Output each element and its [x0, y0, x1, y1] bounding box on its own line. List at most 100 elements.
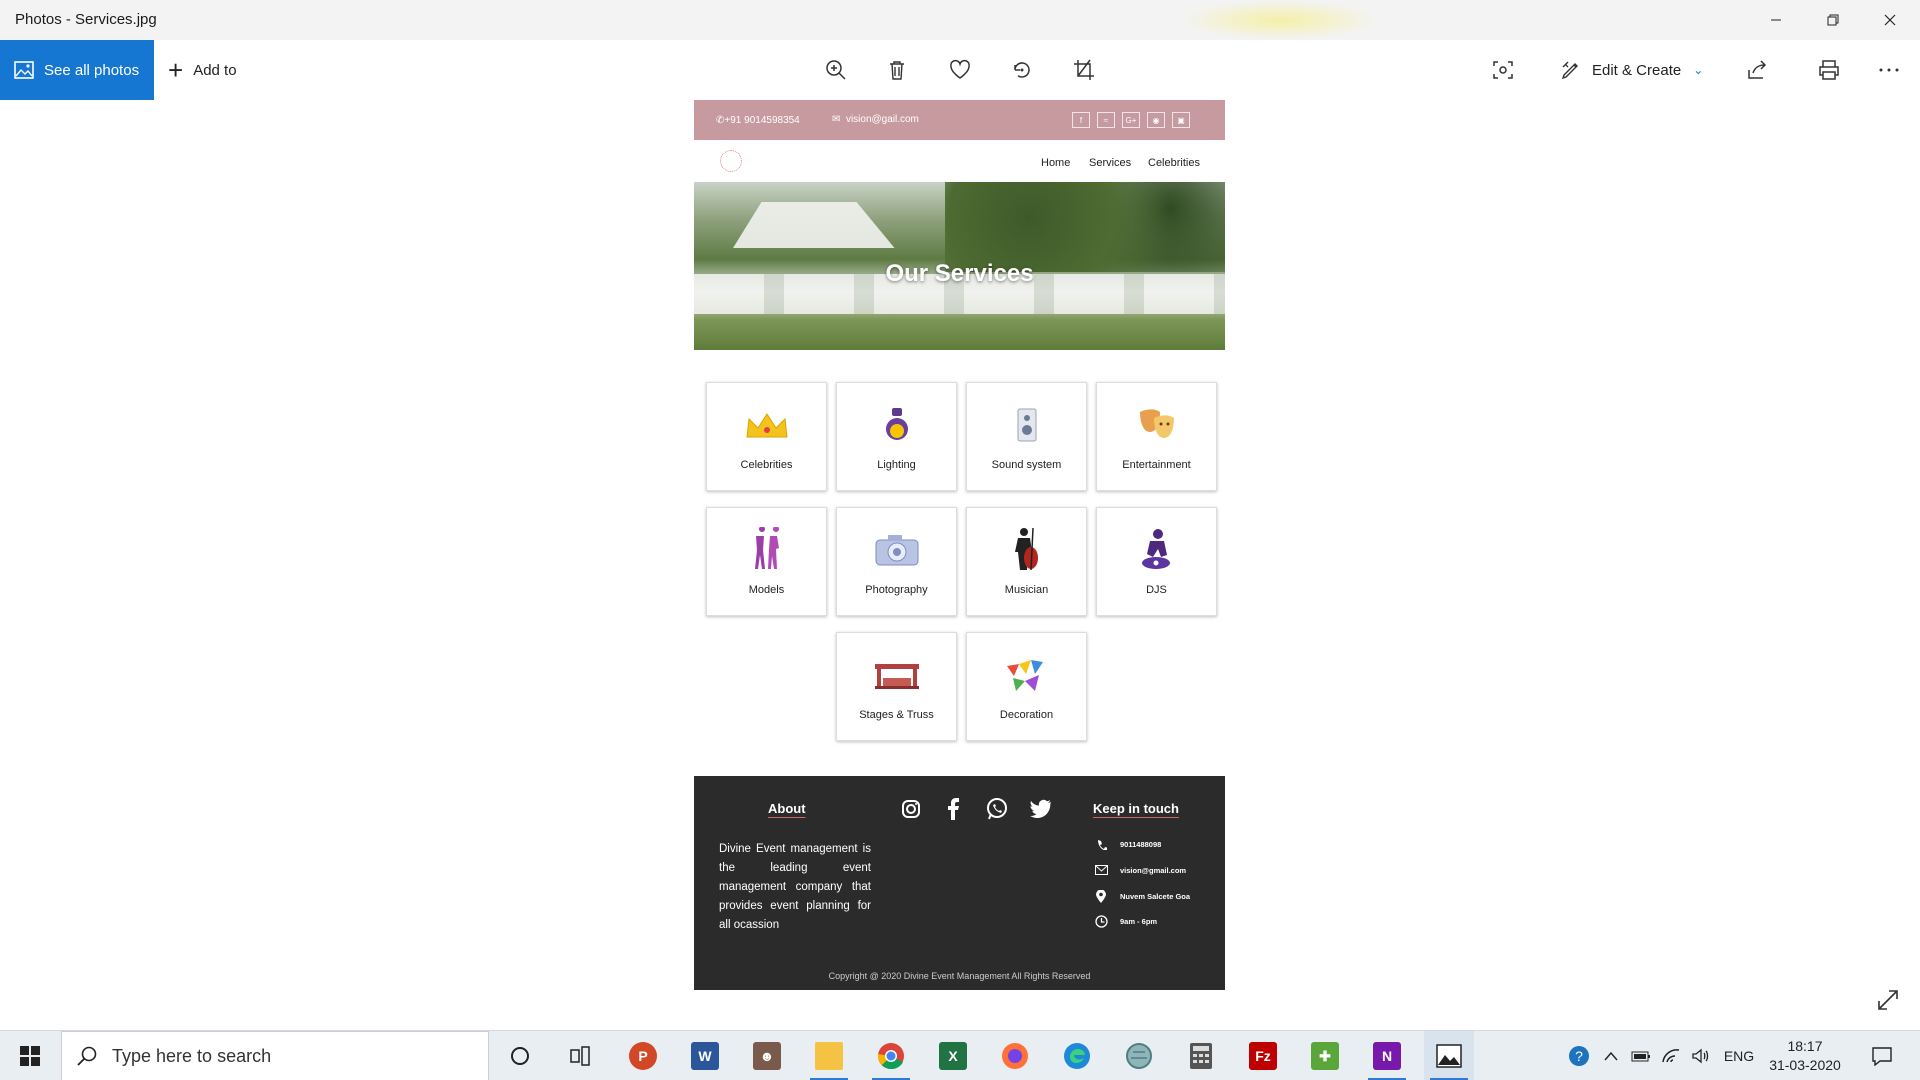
service-card-decoration: Decoration: [966, 632, 1087, 741]
rotate-button[interactable]: [1008, 56, 1036, 84]
service-label: Celebrities: [740, 459, 793, 471]
displayed-image: ✆+91 9014598354 ✉ vision@gail.com f ≈ G+…: [694, 100, 1225, 990]
taskbar-green-app[interactable]: ✚: [1300, 1031, 1350, 1080]
taskbar-photos[interactable]: [1424, 1031, 1474, 1080]
chevron-down-icon: ⌄: [1693, 63, 1704, 77]
lens-icon: [1493, 61, 1513, 79]
taskbar-globe-app[interactable]: [1114, 1031, 1164, 1080]
site-logo: [720, 150, 742, 172]
add-to-button[interactable]: + Add to: [168, 40, 237, 100]
restore-button[interactable]: [1805, 0, 1861, 40]
print-button[interactable]: [1815, 56, 1843, 84]
stage-icon: [874, 664, 919, 689]
system-clock[interactable]: 18:17 31-03-2020: [1762, 1037, 1848, 1075]
site-phone: ✆+91 9014598354: [716, 115, 800, 126]
envelope-icon: [1094, 863, 1108, 877]
whatsapp-icon: [984, 796, 1010, 822]
cortana-button[interactable]: [495, 1031, 545, 1080]
powerpoint-icon: P: [629, 1042, 657, 1070]
phone-icon: [1094, 837, 1108, 851]
globe-icon: [1126, 1043, 1152, 1069]
help-tray-icon[interactable]: ?: [1564, 1031, 1594, 1080]
svg-text:?: ?: [1575, 1048, 1583, 1064]
taskbar-edge[interactable]: [1052, 1031, 1102, 1080]
plus-icon: +: [168, 54, 184, 85]
taskbar-contact-photo[interactable]: ☻: [742, 1031, 792, 1080]
show-hidden-icons-button[interactable]: [1598, 1031, 1624, 1080]
close-button[interactable]: [1862, 0, 1918, 40]
taskbar-onenote[interactable]: N: [1362, 1031, 1412, 1080]
task-view-button[interactable]: [555, 1031, 605, 1080]
delete-button[interactable]: [883, 56, 911, 84]
edit-create-label: Edit & Create: [1592, 61, 1682, 79]
photos-icon: [1436, 1044, 1462, 1068]
location-pin-icon: [1094, 889, 1108, 903]
site-footer: About Divine Event management is the lea…: [694, 776, 1225, 990]
minimize-icon: [1771, 19, 1781, 21]
expand-icon: [1878, 990, 1898, 1010]
taskbar-file-explorer[interactable]: [804, 1031, 854, 1080]
taskbar-filezilla[interactable]: Fz: [1238, 1031, 1288, 1080]
zoom-button[interactable]: [822, 56, 850, 84]
windows-logo-icon: [20, 1046, 40, 1066]
battery-icon[interactable]: [1628, 1031, 1654, 1080]
crop-icon: [1074, 59, 1094, 80]
contact-email: vision@gmail.com: [1094, 862, 1186, 878]
share-icon: [1748, 60, 1767, 79]
search-icon: [77, 1046, 97, 1066]
window-title: Photos - Services.jpg: [15, 11, 157, 28]
clock-date: 31-03-2020: [1769, 1057, 1841, 1073]
search-input[interactable]: [112, 1045, 452, 1067]
camera-small-icon: ▣: [1172, 112, 1190, 128]
taskbar-word[interactable]: W: [680, 1031, 730, 1080]
taskbar: P W ☻ X Fz ✚ N ? ENG 18:17 31-03-2020: [0, 1030, 1920, 1080]
contact-hours: 9am - 6pm: [1094, 913, 1157, 929]
volume-icon[interactable]: [1688, 1031, 1714, 1080]
clock-time: 18:17: [1787, 1038, 1823, 1054]
service-card-celebrities: Celebrities: [706, 382, 827, 491]
visual-search-button[interactable]: [1489, 56, 1517, 84]
start-button[interactable]: [0, 1031, 60, 1080]
restore-icon: [1827, 14, 1839, 26]
bunting-icon: [1006, 660, 1043, 691]
photos-toolbar: See all photos + Add to Edit & Create ⌄: [0, 40, 1920, 100]
facebook-icon: f: [1072, 112, 1090, 128]
task-view-icon: [570, 1046, 590, 1066]
site-email: ✉ vision@gail.com: [832, 114, 919, 125]
service-card-sound-system: Sound system: [966, 382, 1087, 491]
share-button[interactable]: [1743, 56, 1771, 84]
wifi-icon[interactable]: [1658, 1031, 1684, 1080]
more-button[interactable]: [1875, 56, 1903, 84]
twitter-icon: [1028, 796, 1054, 822]
action-center-button[interactable]: [1862, 1031, 1902, 1080]
contact-phone: 9011488098: [1094, 836, 1161, 852]
taskbar-calculator[interactable]: [1176, 1031, 1226, 1080]
service-card-entertainment: Entertainment: [1096, 382, 1217, 491]
taskbar-powerpoint[interactable]: P: [618, 1031, 668, 1080]
nav-celebrities: Celebrities: [1148, 157, 1200, 169]
favorite-button[interactable]: [946, 56, 974, 84]
service-label: Decoration: [999, 709, 1054, 721]
service-card-photography: Photography: [836, 507, 957, 616]
notification-icon: [1872, 1047, 1892, 1066]
fullscreen-button[interactable]: [1876, 988, 1900, 1017]
service-label: Stages & Truss: [859, 709, 934, 721]
light-bulb-icon: [885, 408, 908, 440]
taskbar-excel[interactable]: X: [928, 1031, 978, 1080]
taskbar-firefox[interactable]: [990, 1031, 1040, 1080]
taskbar-chrome[interactable]: [866, 1031, 916, 1080]
minimize-button[interactable]: [1748, 0, 1804, 40]
firefox-icon: [1002, 1043, 1028, 1069]
speaker-icon: [1017, 408, 1036, 442]
excel-icon: X: [939, 1042, 967, 1070]
edit-create-button[interactable]: Edit & Create ⌄: [1560, 40, 1703, 100]
language-indicator[interactable]: ENG: [1722, 1031, 1756, 1080]
see-all-photos-button[interactable]: See all photos: [0, 40, 154, 100]
taskbar-search[interactable]: [61, 1031, 489, 1080]
copyright-text: Copyright @ 2020 Divine Event Management…: [828, 971, 1091, 981]
crown-icon: [745, 413, 788, 438]
about-heading: About: [768, 801, 806, 816]
crop-button[interactable]: [1070, 56, 1098, 84]
chrome-icon: [877, 1043, 904, 1070]
service-card-lighting: Lighting: [836, 382, 957, 491]
